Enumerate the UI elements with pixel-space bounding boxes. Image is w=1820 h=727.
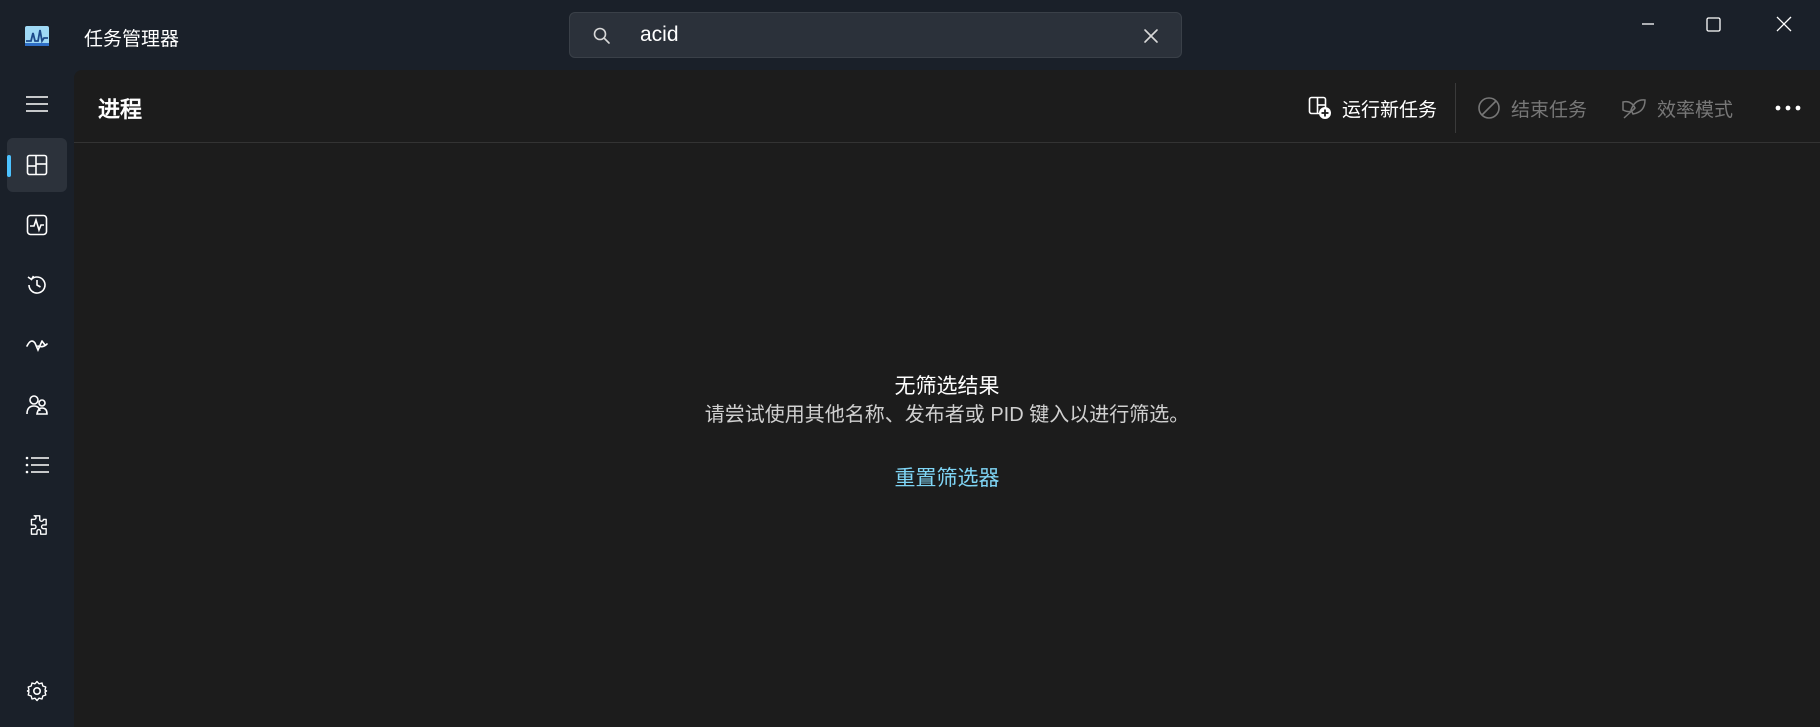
leaf-icon xyxy=(1622,99,1646,119)
more-options-icon xyxy=(1775,105,1801,111)
more-options-button[interactable] xyxy=(1768,90,1808,126)
page-title: 进程 xyxy=(98,97,143,122)
empty-state-description: 请尝试使用其他名称、发布者或 PID 键入以进行筛选。 xyxy=(704,404,1190,426)
nav-item-performance[interactable] xyxy=(7,198,67,252)
nav-item-services[interactable] xyxy=(7,498,67,552)
run-new-task-button[interactable]: 运行新任务 xyxy=(1308,90,1437,126)
search-input[interactable] xyxy=(640,19,1080,51)
header-divider xyxy=(74,142,1820,143)
active-indicator xyxy=(7,155,11,177)
main-panel: 进程 运行新任务 结束任务 效率模式 无筛选结果 请尝试使用其他名称、发布者或 … xyxy=(74,70,1820,727)
nav-item-details[interactable] xyxy=(7,438,67,492)
close-window-button[interactable] xyxy=(1748,0,1820,48)
search-icon xyxy=(593,27,610,44)
history-icon xyxy=(27,275,46,294)
close-icon xyxy=(1776,16,1792,32)
settings-icon xyxy=(26,680,48,702)
nav-item-processes[interactable] xyxy=(7,138,67,192)
services-icon xyxy=(30,515,47,535)
task-manager-app-icon xyxy=(25,26,49,46)
end-task-icon xyxy=(1478,97,1500,119)
search-box[interactable] xyxy=(569,12,1182,58)
minimize-button[interactable] xyxy=(1612,0,1684,48)
details-icon xyxy=(25,456,49,474)
end-task-button[interactable]: 结束任务 xyxy=(1477,90,1587,126)
empty-state-title: 无筛选结果 xyxy=(894,375,1000,398)
minimize-icon xyxy=(1642,23,1654,25)
navigation-sidebar xyxy=(0,70,74,727)
users-icon xyxy=(26,395,48,415)
run-new-task-label: 运行新任务 xyxy=(1342,99,1438,121)
settings-button[interactable] xyxy=(7,664,67,718)
nav-item-users[interactable] xyxy=(7,378,67,432)
toolbar-divider xyxy=(1455,83,1456,133)
efficiency-mode-button[interactable]: 效率模式 xyxy=(1621,90,1733,126)
maximize-button[interactable] xyxy=(1677,0,1749,48)
hamburger-menu-button[interactable] xyxy=(7,77,67,131)
hamburger-menu-icon xyxy=(26,96,48,112)
reset-filter-link[interactable]: 重置筛选器 xyxy=(895,467,1000,490)
performance-icon xyxy=(26,214,48,236)
run-new-task-icon xyxy=(1308,96,1331,119)
app-title: 任务管理器 xyxy=(84,29,180,50)
nav-item-startup-apps[interactable] xyxy=(7,318,67,372)
end-task-label: 结束任务 xyxy=(1511,99,1588,121)
startup-icon xyxy=(26,340,48,352)
processes-icon xyxy=(26,154,48,176)
efficiency-mode-label: 效率模式 xyxy=(1657,99,1734,121)
nav-item-app-history[interactable] xyxy=(7,258,67,312)
reset-filter-wrapper: 重置筛选器 xyxy=(74,462,1820,492)
maximize-icon xyxy=(1705,16,1721,32)
title-bar: 任务管理器 xyxy=(0,0,1820,70)
clear-search-icon[interactable] xyxy=(1141,26,1161,46)
